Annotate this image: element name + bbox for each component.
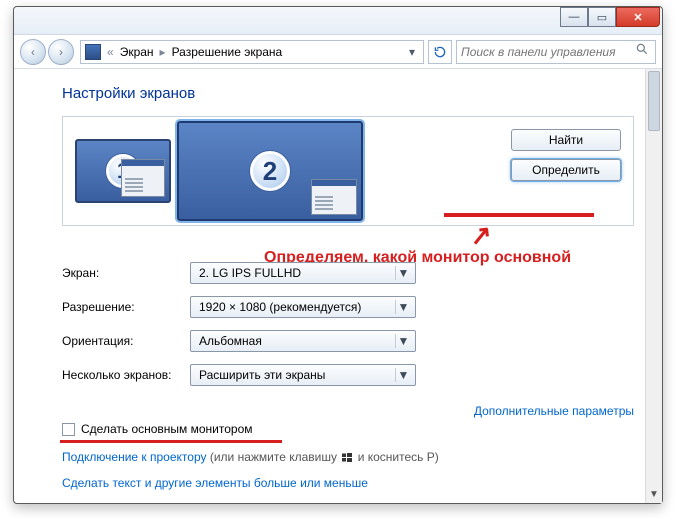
monitor-preview-icon xyxy=(121,159,165,197)
resolution-label: Разрешение: xyxy=(62,300,190,314)
screen-value: 2. LG IPS FULLHD xyxy=(199,266,389,280)
search-input[interactable] xyxy=(461,45,635,59)
chevron-down-icon: ▼ xyxy=(395,300,411,314)
refresh-button[interactable] xyxy=(428,40,452,64)
refresh-icon xyxy=(433,45,447,59)
projector-hint: (или нажмите клавишу xyxy=(210,450,341,464)
forward-button[interactable]: › xyxy=(48,39,74,65)
screen-dropdown[interactable]: 2. LG IPS FULLHD ▼ xyxy=(190,262,416,284)
vertical-scrollbar[interactable]: ▲ ▼ xyxy=(645,69,662,503)
close-button[interactable]: ✕ xyxy=(616,7,660,27)
maximize-button[interactable]: ▭ xyxy=(588,7,616,27)
annotation-underline xyxy=(444,213,594,217)
multiple-displays-dropdown[interactable]: Расширить эти экраны ▼ xyxy=(190,364,416,386)
projector-hint: и коснитесь P) xyxy=(358,450,439,464)
monitor-thumbnail-2[interactable]: 2 xyxy=(177,121,363,221)
windows-key-icon xyxy=(340,452,354,464)
page-title: Настройки экранов xyxy=(62,85,634,102)
content-area: Настройки экранов 1 2 Найти Определить ↗… xyxy=(14,69,662,503)
monitor-number-badge: 2 xyxy=(250,151,290,191)
make-primary-checkbox[interactable] xyxy=(62,423,75,436)
breadcrumb-screen[interactable]: Экран xyxy=(120,45,154,59)
orientation-dropdown[interactable]: Альбомная ▼ xyxy=(190,330,416,352)
monitor-arrangement-panel[interactable]: 1 2 Найти Определить xyxy=(62,116,634,226)
annotation-arrow-icon: ↗ xyxy=(468,219,493,252)
scroll-down-button[interactable]: ▼ xyxy=(646,486,662,503)
nav-buttons: ‹ › xyxy=(20,38,76,66)
make-primary-row: Сделать основным монитором xyxy=(62,422,253,436)
control-panel-icon xyxy=(85,44,101,60)
text-size-link[interactable]: Сделать текст и другие элементы больше и… xyxy=(62,476,368,490)
make-primary-label: Сделать основным монитором xyxy=(81,422,253,436)
address-row: ‹ › « Экран ▸ Разрешение экрана ▾ xyxy=(14,35,662,69)
resolution-value: 1920 × 1080 (рекомендуется) xyxy=(199,300,389,314)
multiple-displays-value: Расширить эти экраны xyxy=(199,368,389,382)
scroll-thumb[interactable] xyxy=(648,71,660,131)
advanced-settings-link[interactable]: Дополнительные параметры xyxy=(474,404,634,436)
monitor-thumbnail-1[interactable]: 1 xyxy=(75,139,171,203)
projector-row: Подключение к проектору (или нажмите кла… xyxy=(62,450,634,464)
screen-label: Экран: xyxy=(62,266,190,280)
minimize-button[interactable]: — xyxy=(560,7,588,27)
chevron-down-icon: ▼ xyxy=(395,266,411,280)
window-frame: — ▭ ✕ ‹ › « Экран ▸ Разрешение экрана ▾ … xyxy=(13,6,663,504)
titlebar: — ▭ ✕ xyxy=(14,7,662,35)
address-dropdown[interactable]: ▾ xyxy=(403,45,419,59)
orientation-label: Ориентация: xyxy=(62,334,190,348)
search-box[interactable] xyxy=(456,40,656,64)
orientation-value: Альбомная xyxy=(199,334,389,348)
breadcrumb-resolution[interactable]: Разрешение экрана xyxy=(172,45,283,59)
chevron-down-icon: ▼ xyxy=(395,334,411,348)
annotation-underline xyxy=(60,440,282,443)
connect-projector-link[interactable]: Подключение к проектору xyxy=(62,450,207,464)
chevron-down-icon: ▼ xyxy=(395,368,411,382)
back-button[interactable]: ‹ xyxy=(20,39,46,65)
breadcrumb-chevron: « xyxy=(107,45,114,59)
multiple-displays-label: Несколько экранов: xyxy=(62,368,190,382)
monitor-preview-icon xyxy=(311,179,357,215)
breadcrumb-chevron: ▸ xyxy=(160,45,166,59)
resolution-dropdown[interactable]: 1920 × 1080 (рекомендуется) ▼ xyxy=(190,296,416,318)
identify-button[interactable]: Определить xyxy=(511,159,621,181)
find-button[interactable]: Найти xyxy=(511,129,621,151)
address-bar[interactable]: « Экран ▸ Разрешение экрана ▾ xyxy=(80,40,424,64)
search-icon[interactable] xyxy=(635,42,651,61)
